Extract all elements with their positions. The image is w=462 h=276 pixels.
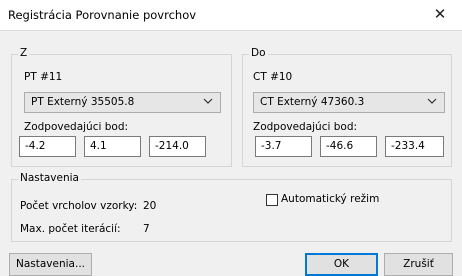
dialog-body: Z PT #11 PT Externý 35505.8 Zodpovedajúc… bbox=[0, 30, 462, 276]
sample-vertices-value: 20 bbox=[143, 200, 157, 212]
from-corresponding-label: Zodpovedajúci bod: bbox=[24, 121, 129, 133]
cancel-button[interactable]: Zrušiť bbox=[384, 253, 453, 276]
to-group-title: Do bbox=[249, 47, 268, 59]
settings-group-title: Nastavenia bbox=[18, 172, 81, 184]
ok-button[interactable]: OK bbox=[305, 253, 378, 276]
from-z-field[interactable]: -214.0 bbox=[149, 136, 206, 157]
title-bar: Registrácia Porovnanie povrchov ✕ bbox=[0, 0, 462, 30]
to-y-field[interactable]: -46.6 bbox=[320, 136, 377, 157]
chevron-down-icon bbox=[203, 98, 213, 104]
auto-mode-checkbox[interactable] bbox=[266, 194, 278, 206]
from-x-field[interactable]: -4.2 bbox=[19, 136, 76, 157]
from-surface-value: PT Externý 35505.8 bbox=[31, 96, 135, 108]
window-title: Registrácia Porovnanie povrchov bbox=[8, 8, 197, 22]
to-surface-value: CT Externý 47360.3 bbox=[260, 96, 365, 108]
max-iterations-value: 7 bbox=[143, 223, 150, 235]
from-point-label: PT #11 bbox=[24, 71, 63, 83]
to-z-field[interactable]: -233.4 bbox=[385, 136, 444, 157]
from-surface-combo[interactable]: PT Externý 35505.8 bbox=[24, 92, 221, 113]
close-button[interactable]: ✕ bbox=[418, 0, 462, 30]
from-group-title: Z bbox=[18, 47, 30, 59]
to-surface-combo[interactable]: CT Externý 47360.3 bbox=[253, 92, 445, 113]
chevron-down-icon bbox=[427, 98, 437, 104]
from-y-field[interactable]: 4.1 bbox=[84, 136, 141, 157]
max-iterations-label: Max. počet iterácií: bbox=[20, 223, 121, 235]
sample-vertices-label: Počet vrcholov vzorky: bbox=[20, 200, 138, 212]
to-point-label: CT #10 bbox=[253, 71, 293, 83]
auto-mode-label[interactable]: Automatický režim bbox=[281, 193, 379, 205]
to-group: Do CT #10 CT Externý 47360.3 Zodpovedajú… bbox=[242, 47, 452, 167]
from-group: Z PT #11 PT Externý 35505.8 Zodpovedajúc… bbox=[11, 47, 232, 167]
to-x-field[interactable]: -3.7 bbox=[255, 136, 312, 157]
to-corresponding-label: Zodpovedajúci bod: bbox=[253, 121, 358, 133]
settings-group: Nastavenia Počet vrcholov vzorky: 20 Max… bbox=[11, 172, 452, 242]
settings-button[interactable]: Nastavenia... bbox=[9, 253, 92, 276]
